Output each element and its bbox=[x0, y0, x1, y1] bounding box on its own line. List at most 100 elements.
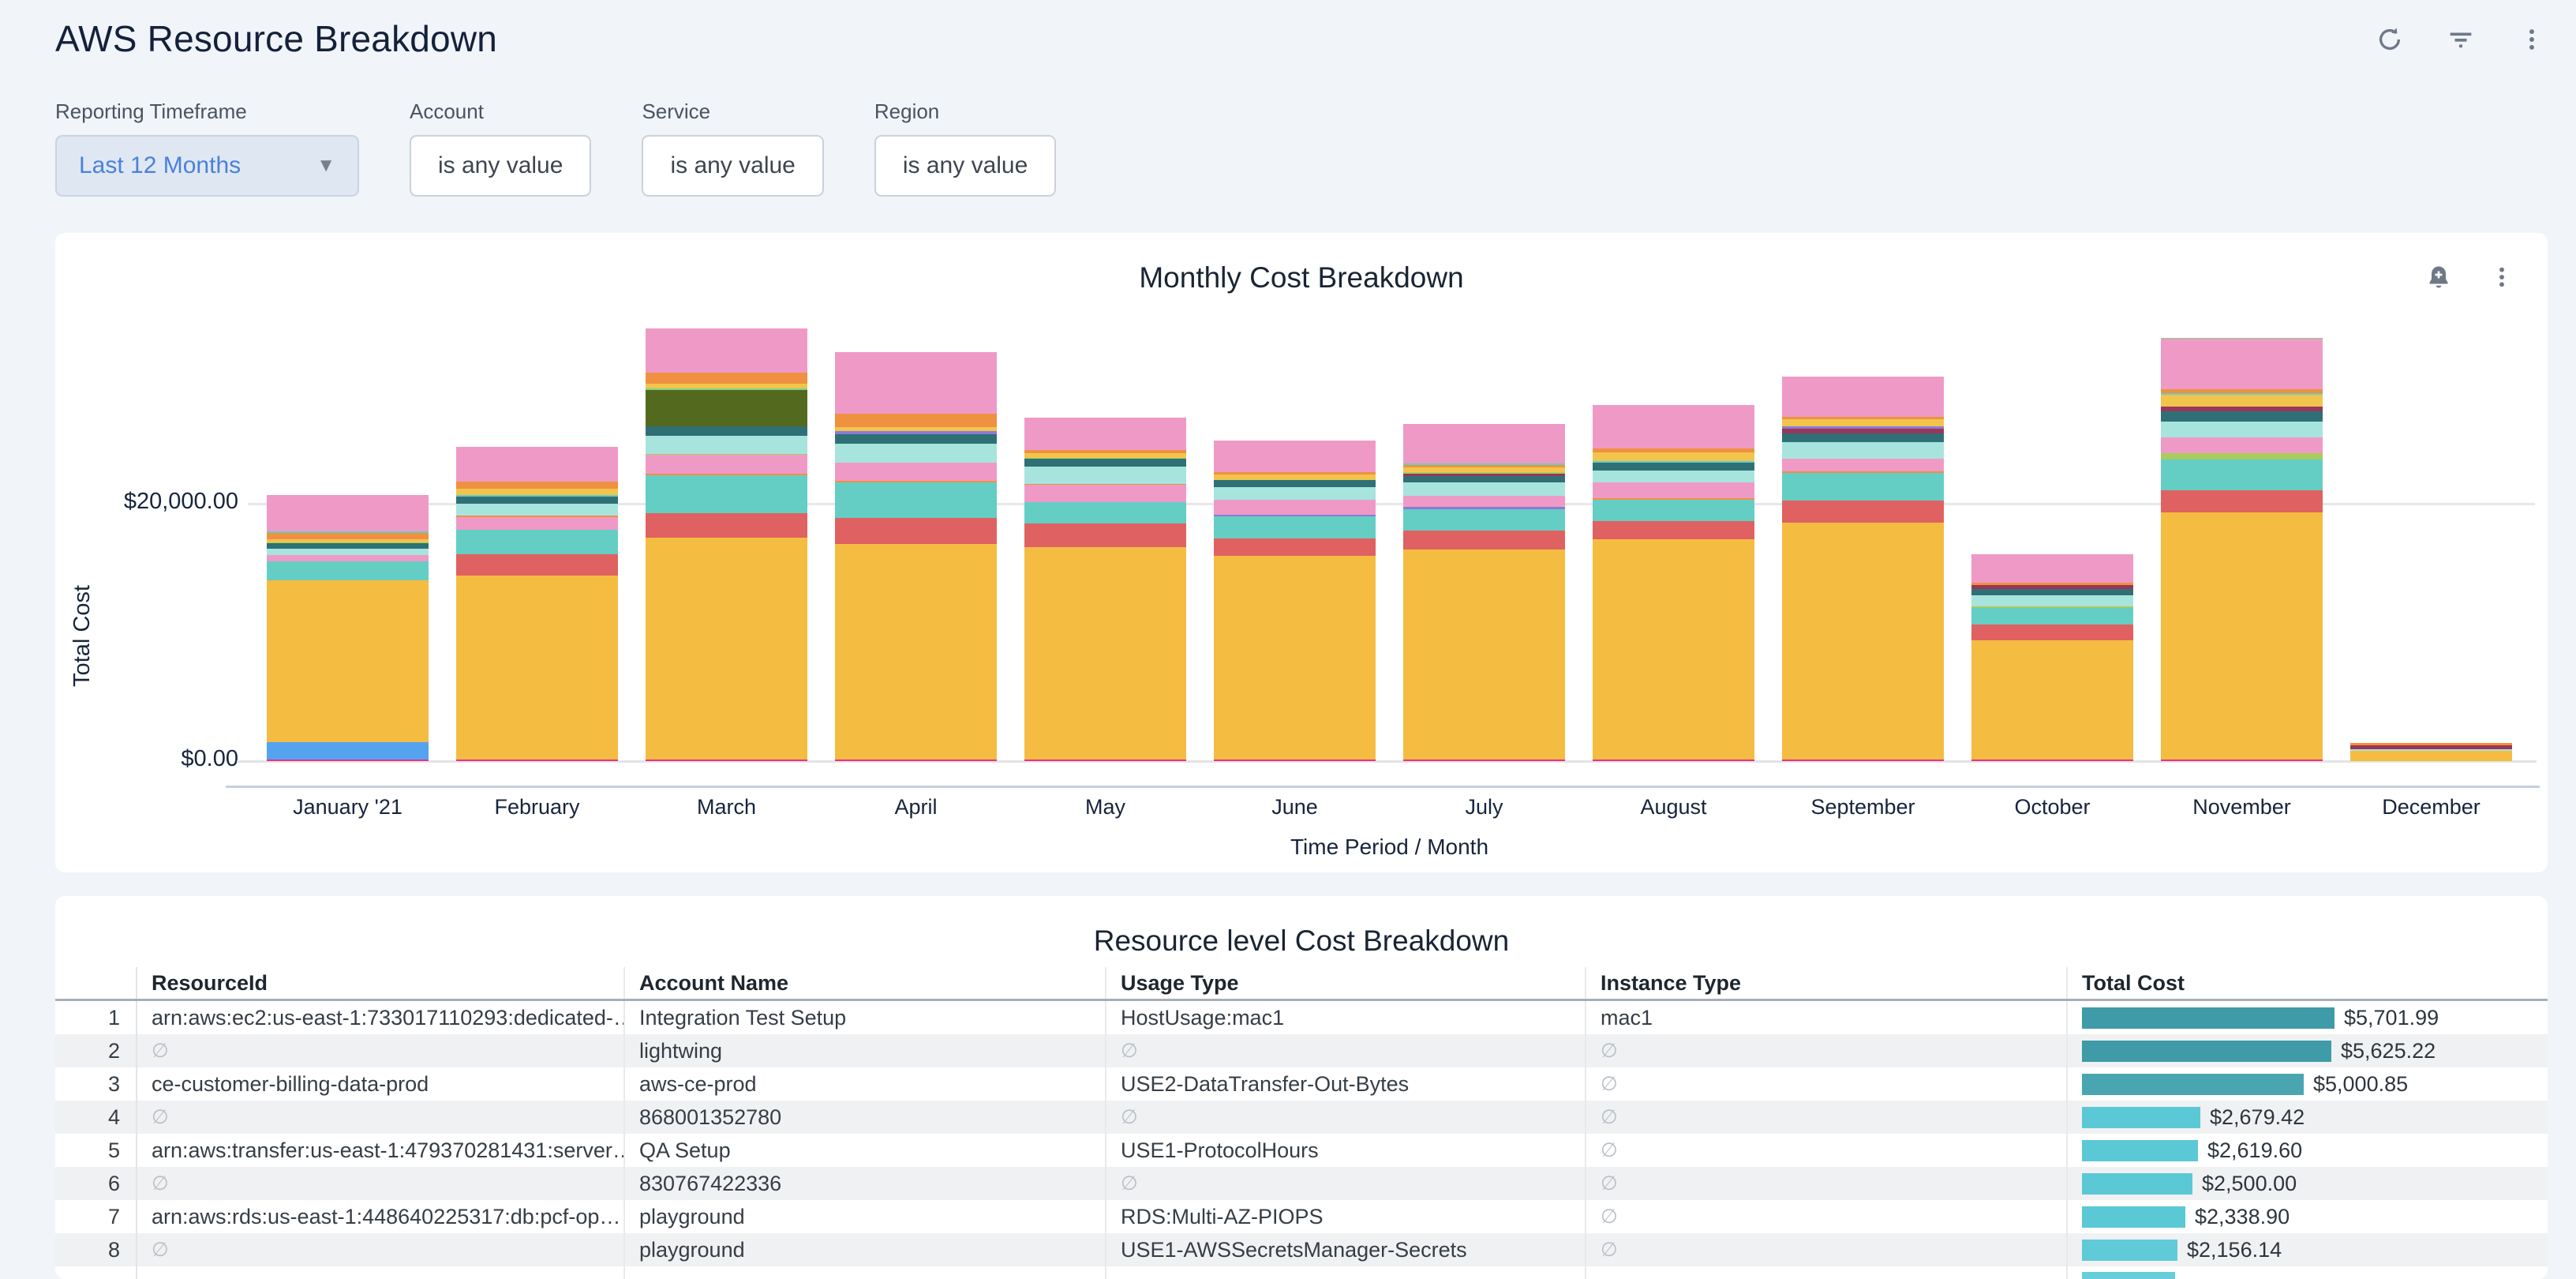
bar-segment-lightcyan[interactable] bbox=[1024, 467, 1186, 483]
table-row[interactable]: 5arn:aws:transfer:us-east-1:479370281431… bbox=[55, 1134, 2548, 1167]
bar-segment-magenta[interactable] bbox=[1214, 760, 1376, 761]
bar-segment-amber[interactable] bbox=[1782, 523, 1944, 760]
bar-segment-amber[interactable] bbox=[1403, 549, 1565, 760]
bar-segment-orange[interactable] bbox=[456, 482, 618, 489]
bar-segment-amber[interactable] bbox=[2350, 751, 2512, 761]
kebab-menu-icon[interactable] bbox=[2488, 263, 2516, 291]
stacked-bar-april[interactable] bbox=[835, 352, 997, 761]
bar-segment-pink[interactable] bbox=[456, 517, 618, 530]
table-row[interactable]: 8∅playgroundUSE1-AWSSecretsManager-Secre… bbox=[55, 1233, 2548, 1266]
stacked-bar-november[interactable] bbox=[2161, 338, 2323, 761]
bar-segment-lightcyan[interactable] bbox=[1782, 442, 1944, 459]
bar-segment-teal[interactable] bbox=[1403, 509, 1565, 531]
bar-segment-amber[interactable] bbox=[1024, 547, 1186, 760]
bar-segment-pink[interactable] bbox=[1214, 441, 1376, 472]
bar-segment-yellow[interactable] bbox=[1593, 452, 1754, 461]
table-row[interactable]: 3ce-customer-billing-data-prodaws-ce-pro… bbox=[55, 1067, 2548, 1101]
table-row[interactable]: 7arn:aws:rds:us-east-1:448640225317:db:p… bbox=[55, 1200, 2548, 1233]
bar-segment-lightcyan[interactable] bbox=[1593, 471, 1754, 482]
bar-segment-darkteal[interactable] bbox=[1782, 433, 1944, 442]
bar-segment-darkteal[interactable] bbox=[1971, 589, 2133, 595]
bar-segment-lightcyan[interactable] bbox=[1214, 487, 1376, 500]
filter-icon[interactable] bbox=[2445, 24, 2477, 55]
bar-segment-darkteal[interactable] bbox=[1214, 480, 1376, 487]
stacked-bar-august[interactable] bbox=[1593, 405, 1754, 761]
bar-segment-orange[interactable] bbox=[835, 414, 997, 427]
timeframe-dropdown[interactable]: Last 12 Months ▼ bbox=[55, 135, 359, 197]
bar-segment-darkteal[interactable] bbox=[456, 497, 618, 504]
bar-segment-magenta[interactable] bbox=[1024, 760, 1186, 761]
bar-segment-pink[interactable] bbox=[267, 495, 429, 531]
bar-segment-amber[interactable] bbox=[1593, 539, 1754, 760]
bar-segment-teal[interactable] bbox=[1214, 516, 1376, 539]
bar-segment-olive[interactable] bbox=[646, 390, 807, 427]
bar-segment-pink[interactable] bbox=[456, 447, 618, 482]
bar-segment-lightcyan[interactable] bbox=[456, 504, 618, 516]
bar-segment-darkteal[interactable] bbox=[1403, 476, 1565, 483]
bar-segment-darkteal[interactable] bbox=[835, 434, 997, 444]
bar-segment-orange[interactable] bbox=[267, 533, 429, 539]
bar-segment-lightcyan[interactable] bbox=[1403, 482, 1565, 495]
stacked-bar-march[interactable] bbox=[646, 328, 807, 761]
bar-segment-teal[interactable] bbox=[456, 530, 618, 554]
bar-segment-pink[interactable] bbox=[1971, 554, 2133, 583]
bar-segment-darkteal[interactable] bbox=[646, 426, 807, 435]
bar-segment-pink[interactable] bbox=[1024, 485, 1186, 501]
bar-segment-magenta[interactable] bbox=[1971, 760, 2133, 761]
bar-segment-magenta[interactable] bbox=[267, 760, 429, 761]
bar-segment-amber[interactable] bbox=[2161, 512, 2323, 760]
stacked-bar-june[interactable] bbox=[1214, 441, 1376, 761]
bar-segment-pink[interactable] bbox=[2161, 437, 2323, 453]
bar-segment-pink[interactable] bbox=[646, 455, 807, 474]
bar-segment-teal[interactable] bbox=[2161, 459, 2323, 490]
bar-segment-teal[interactable] bbox=[1971, 608, 2133, 624]
bar-segment-amber[interactable] bbox=[835, 544, 997, 759]
bar-segment-lightcyan[interactable] bbox=[2161, 422, 2323, 437]
bar-segment-teal[interactable] bbox=[1782, 473, 1944, 501]
bar-segment-coral[interactable] bbox=[646, 513, 807, 538]
bar-segment-coral[interactable] bbox=[1593, 521, 1754, 539]
bar-segment-lightcyan[interactable] bbox=[1971, 595, 2133, 607]
bar-segment-blue[interactable] bbox=[267, 742, 429, 759]
bar-segment-magenta[interactable] bbox=[1403, 760, 1565, 761]
bar-segment-darkteal[interactable] bbox=[1024, 459, 1186, 467]
bar-segment-pink[interactable] bbox=[646, 328, 807, 372]
stacked-bar-may[interactable] bbox=[1024, 418, 1186, 761]
bar-segment-magenta[interactable] bbox=[1782, 760, 1944, 761]
bar-segment-coral[interactable] bbox=[1024, 523, 1186, 547]
bar-segment-magenta[interactable] bbox=[646, 760, 807, 761]
bar-segment-pink[interactable] bbox=[267, 555, 429, 561]
column-header-instance-type[interactable]: Instance Type bbox=[1585, 967, 2066, 999]
stacked-bar-july[interactable] bbox=[1403, 424, 1565, 761]
bar-segment-lime[interactable] bbox=[2161, 453, 2323, 459]
bar-segment-amber[interactable] bbox=[456, 576, 618, 760]
bar-segment-darkteal[interactable] bbox=[267, 543, 429, 549]
bar-segment-teal[interactable] bbox=[835, 482, 997, 518]
table-row[interactable]: 6∅830767422336∅∅$2,500.00 bbox=[55, 1167, 2548, 1200]
bar-segment-teal[interactable] bbox=[267, 561, 429, 580]
refresh-icon[interactable] bbox=[2374, 24, 2406, 55]
bar-segment-pink[interactable] bbox=[1593, 405, 1754, 448]
stacked-bar-december[interactable] bbox=[2350, 743, 2512, 761]
region-filter-button[interactable]: is any value bbox=[874, 135, 1056, 197]
bar-segment-pink[interactable] bbox=[835, 352, 997, 414]
column-header-resource-id[interactable]: ResourceId bbox=[136, 967, 623, 999]
bar-segment-magenta[interactable] bbox=[2161, 760, 2323, 761]
column-header-usage-type[interactable]: Usage Type bbox=[1105, 967, 1585, 999]
stacked-bar-february[interactable] bbox=[456, 447, 618, 761]
bar-segment-orange[interactable] bbox=[646, 373, 807, 384]
bar-segment-coral[interactable] bbox=[456, 554, 618, 575]
bar-segment-amber[interactable] bbox=[1971, 640, 2133, 760]
bar-segment-pink[interactable] bbox=[835, 463, 997, 481]
bar-segment-coral[interactable] bbox=[835, 518, 997, 544]
bar-segment-darkteal[interactable] bbox=[2161, 411, 2323, 422]
table-row[interactable]: 1arn:aws:ec2:us-east-1:733017110293:dedi… bbox=[55, 1001, 2548, 1034]
bar-segment-pink[interactable] bbox=[2161, 339, 2323, 389]
bar-segment-coral[interactable] bbox=[1782, 501, 1944, 523]
bar-segment-lightcyan[interactable] bbox=[267, 549, 429, 555]
column-header-total-cost[interactable]: Total Cost bbox=[2066, 967, 2548, 999]
service-filter-button[interactable]: is any value bbox=[642, 135, 823, 197]
bar-segment-magenta[interactable] bbox=[835, 760, 997, 761]
stacked-bar-october[interactable] bbox=[1971, 554, 2133, 761]
column-header-account-name[interactable]: Account Name bbox=[623, 967, 1105, 999]
